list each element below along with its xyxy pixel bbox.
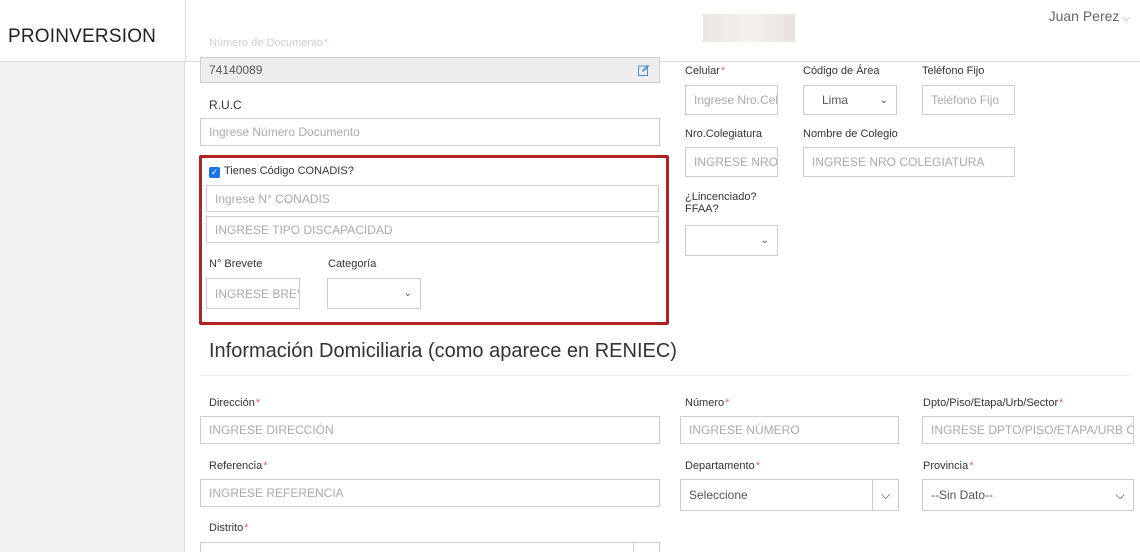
landline-input[interactable]: Teléfono Fijo (922, 85, 1015, 115)
chevron-down-icon (633, 543, 659, 552)
direccion-label: Dirección* (209, 397, 261, 409)
celular-input[interactable]: Ingrese Nro.Celular (685, 85, 778, 115)
colegiatura-input[interactable]: INGRESE NRO COLEGIATURA (685, 147, 778, 177)
licenciado-label: ¿Lincenciado? FFAA? (685, 191, 757, 215)
departamento-select[interactable]: Seleccione ⌵ (680, 479, 899, 511)
numero-label: Número* (685, 397, 730, 409)
provincia-label: Provincia* (923, 460, 974, 472)
landline-label: Teléfono Fijo (922, 65, 985, 77)
document-number-value: 74140089 (209, 63, 263, 77)
referencia-label: Referencia* (209, 460, 268, 472)
document-number-label: Número de Documento* (209, 37, 329, 49)
departamento-label: Departamento* (685, 460, 760, 472)
edit-icon[interactable] (635, 61, 653, 79)
chevron-down-icon: ⌵ (1115, 487, 1125, 502)
departamento-value: Seleccione (689, 488, 748, 502)
licenciado-select[interactable]: ⌄ (685, 225, 778, 256)
dpto-input[interactable]: INGRESE DPTO/PISO/ETAPA/URB Ó (922, 416, 1134, 444)
distrito-select[interactable] (200, 542, 660, 552)
colegiatura-label: Nro.Colegiatura (685, 128, 763, 140)
provincia-select[interactable]: --Sin Dato-- ⌵ (922, 479, 1134, 511)
chevron-down-icon: ⌵ (1122, 13, 1130, 24)
chevron-down-icon: ⌄ (879, 94, 888, 106)
direccion-input[interactable]: INGRESE DIRECCIÓN (200, 416, 660, 444)
section-divider (200, 375, 1130, 376)
numero-input[interactable]: INGRESE NÚMERO (680, 416, 899, 444)
categoria-label: Categoría (328, 258, 377, 270)
chevron-down-icon: ⌄ (403, 288, 412, 299)
dpto-label: Dpto/Piso/Etapa/Urb/Sector* (923, 397, 1064, 409)
disability-type-input[interactable]: INGRESE TIPO DISCAPACIDAD (206, 216, 659, 243)
colegio-label: Nombre de Colegio (803, 128, 898, 140)
conadis-code-input[interactable]: Ingrese N° CONADIS (206, 185, 659, 212)
distrito-label: Distrito* (209, 522, 249, 534)
brevete-label: N° Brevete (209, 258, 263, 270)
brand-logo[interactable]: PROINVERSION (0, 0, 186, 62)
area-code-label: Código de Área (803, 65, 880, 77)
referencia-input[interactable]: INGRESE REFERENCIA (200, 479, 660, 507)
brevete-input[interactable]: INGRESE BREVETE (206, 278, 300, 309)
area-code-value: Lima (822, 93, 849, 107)
celular-label: Celular* (685, 65, 726, 77)
ruc-input[interactable]: Ingrese Número Documento (200, 118, 660, 146)
document-number-field[interactable]: 74140089 (200, 57, 660, 83)
user-name: Juan Perez (1048, 8, 1120, 24)
user-menu[interactable]: Juan Perez ⌵ (1049, 8, 1130, 24)
check-icon[interactable]: ✓ (209, 167, 220, 178)
conadis-checkbox-row[interactable]: ✓ Tienes Código CONADIS? (209, 165, 354, 178)
colegio-input[interactable]: INGRESE NRO COLEGIATURA (803, 147, 1015, 177)
profile-photo (703, 14, 795, 42)
provincia-value: --Sin Dato-- (931, 488, 994, 502)
sidebar (0, 0, 185, 552)
ruc-label: R.U.C (209, 98, 242, 112)
categoria-select[interactable]: ⌄ (327, 278, 421, 309)
chevron-down-icon: ⌄ (760, 235, 769, 246)
address-section-title: Información Domiciliaria (como aparece e… (209, 340, 677, 362)
area-code-select[interactable]: Lima ⌄ (803, 85, 897, 115)
chevron-down-icon: ⌵ (872, 480, 898, 510)
conadis-checkbox-label: Tienes Código CONADIS? (224, 165, 354, 177)
